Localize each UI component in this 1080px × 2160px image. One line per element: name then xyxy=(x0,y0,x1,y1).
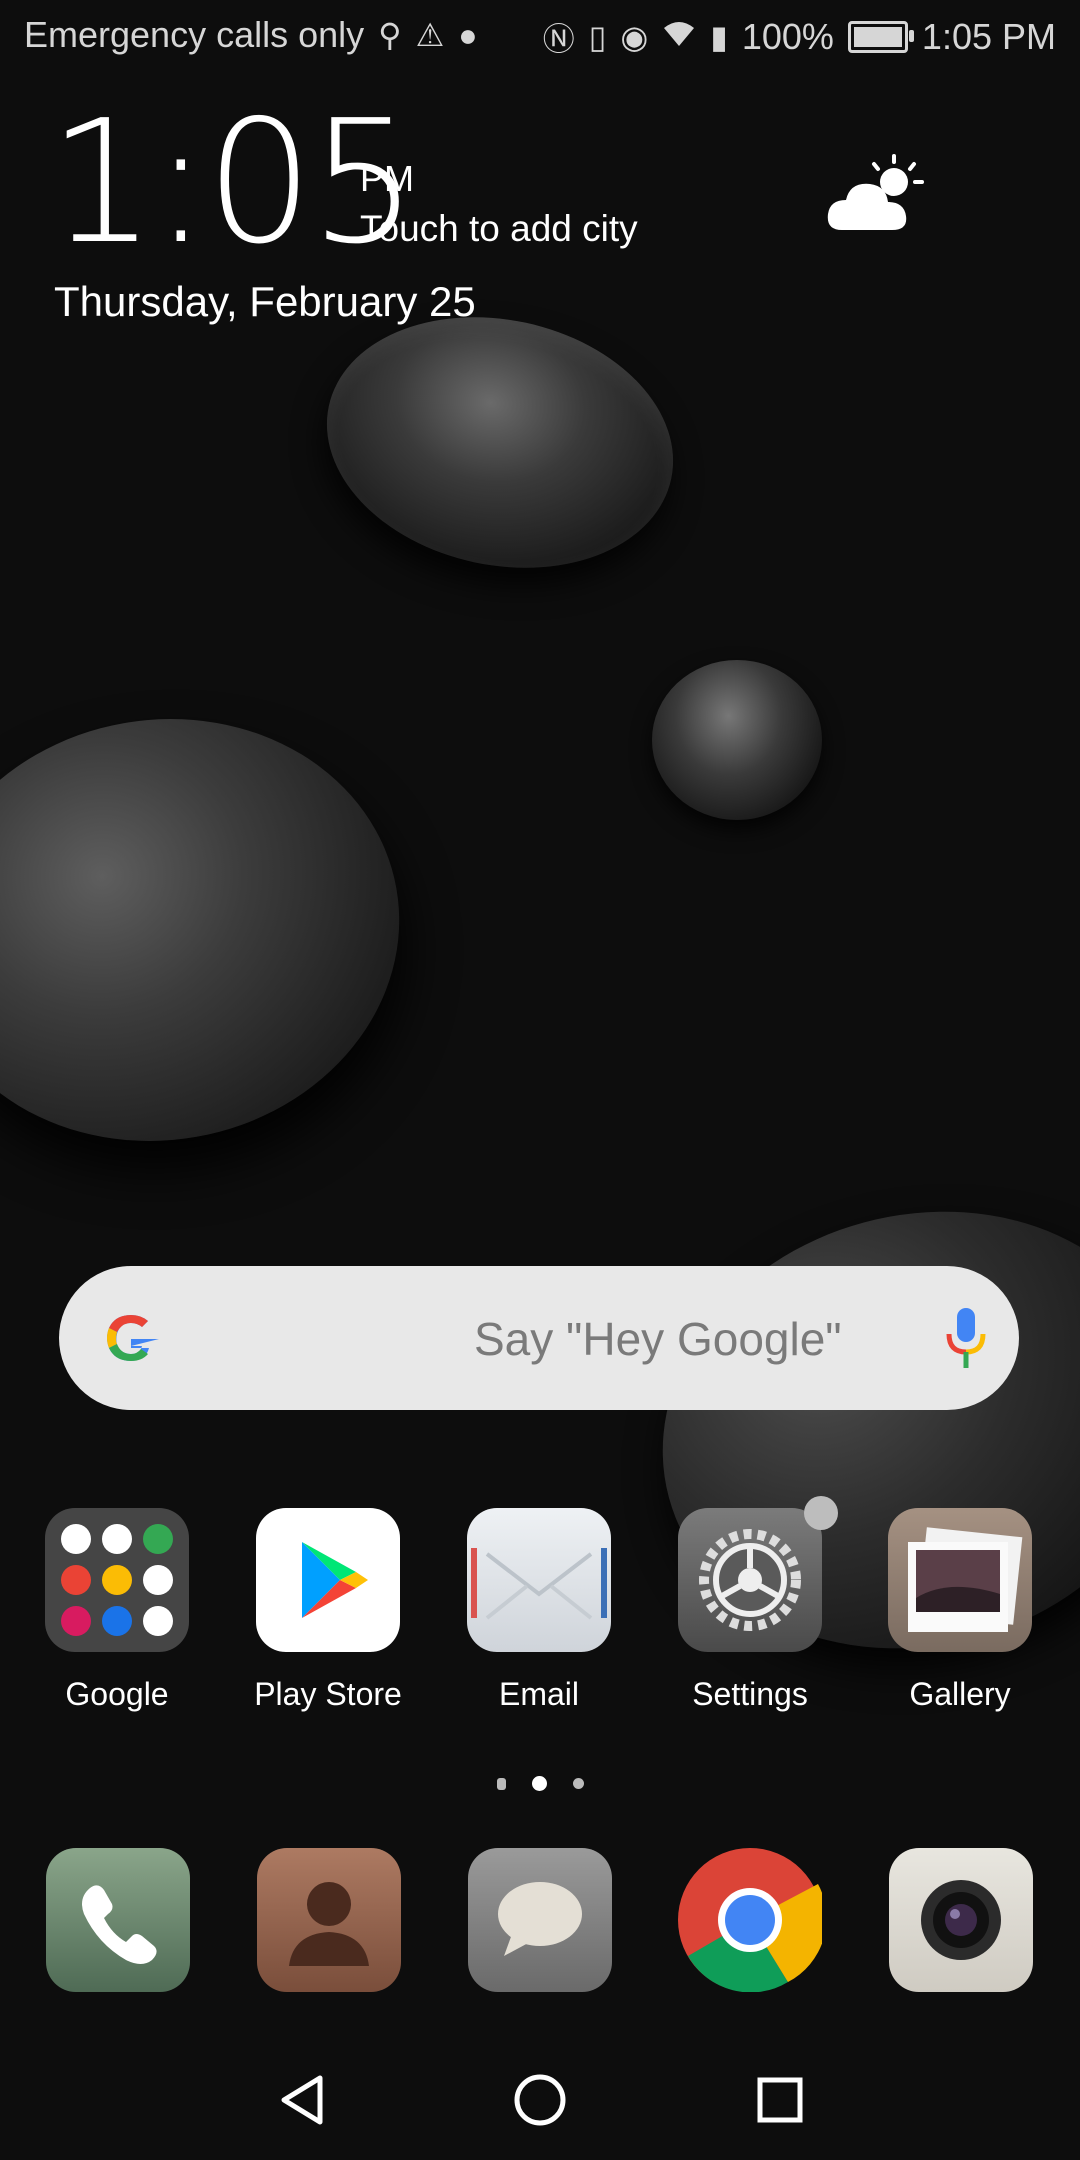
app-label: Google xyxy=(65,1676,169,1712)
battery-charging-icon xyxy=(847,21,914,53)
warning-icon: ⚠ xyxy=(415,17,445,53)
app-play-store[interactable]: Play Store xyxy=(238,1508,418,1713)
chrome-icon[interactable] xyxy=(678,1848,827,1993)
google-search-bar[interactable]: Say "Hey Google" xyxy=(59,1266,1019,1410)
page-dot xyxy=(572,1778,584,1789)
contacts-icon[interactable] xyxy=(257,1848,401,1992)
clock-time[interactable]: 1:05 xyxy=(48,98,418,268)
wallpaper-drop xyxy=(0,681,433,1179)
notification-badge xyxy=(804,1496,838,1530)
wallpaper-drop xyxy=(652,660,822,820)
page-indicator[interactable] xyxy=(0,1776,1080,1791)
messages-icon[interactable] xyxy=(468,1848,612,1992)
mic-icon[interactable] xyxy=(943,1304,989,1374)
folder-icon xyxy=(45,1508,189,1652)
back-button[interactable] xyxy=(270,2068,334,2132)
app-label: Play Store xyxy=(254,1676,402,1712)
status-bar[interactable]: Emergency calls only ⚲ ⚠ ● Ⓝ ▯ ◉ ▮ 100% … xyxy=(0,0,1080,72)
app-label: Gallery xyxy=(909,1676,1011,1712)
eye-comfort-icon: ◉ xyxy=(620,19,649,55)
play-store-icon xyxy=(256,1508,400,1652)
app-settings[interactable]: Settings xyxy=(660,1496,840,1713)
clock-date[interactable]: Thursday, February 25 xyxy=(54,278,476,326)
app-gallery[interactable]: Gallery xyxy=(870,1508,1050,1713)
usb-icon: ⚲ xyxy=(378,17,402,53)
gear-icon xyxy=(678,1496,838,1652)
battery-percent: 100% xyxy=(741,16,834,57)
recents-button[interactable] xyxy=(748,2068,812,2132)
app-label: Email xyxy=(498,1676,579,1712)
clock-ampm: PM xyxy=(360,158,414,199)
navigation-bar xyxy=(0,2040,1080,2160)
phone-icon[interactable] xyxy=(46,1848,190,1992)
app-email[interactable]: Email xyxy=(449,1508,629,1713)
app-google-folder[interactable]: Google xyxy=(27,1508,207,1713)
vibrate-icon: ▯ xyxy=(588,19,607,55)
gallery-icon xyxy=(888,1508,1032,1652)
wallpaper-drop xyxy=(303,286,697,599)
email-icon xyxy=(467,1508,611,1652)
status-time: 1:05 PM xyxy=(921,16,1056,57)
wifi-icon xyxy=(662,18,696,56)
battery-saver-icon: ▮ xyxy=(710,19,728,55)
add-city-link[interactable]: Touch to add city xyxy=(360,208,638,250)
app-notification-icon: ● xyxy=(458,16,478,53)
home-button[interactable] xyxy=(508,2068,572,2132)
partly-cloudy-icon[interactable] xyxy=(822,150,932,240)
search-placeholder: Say "Hey Google" xyxy=(474,1313,842,1365)
camera-icon[interactable] xyxy=(889,1848,1033,1992)
app-label: Settings xyxy=(692,1676,808,1712)
carrier-text: Emergency calls only xyxy=(24,14,365,55)
page-dot-search xyxy=(496,1777,506,1790)
google-logo-icon xyxy=(97,1304,165,1372)
page-dot-active xyxy=(531,1776,547,1791)
nfc-icon: Ⓝ xyxy=(542,21,575,57)
